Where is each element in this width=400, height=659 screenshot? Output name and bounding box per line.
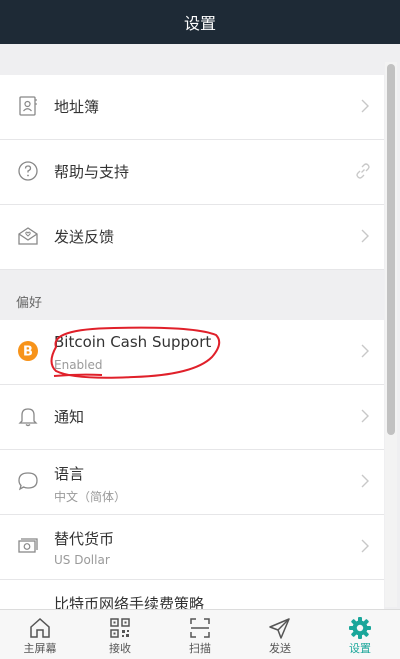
qr-code-icon [110, 618, 130, 638]
tab-label: 发送 [269, 642, 291, 655]
settings-item-label: 替代货币 [54, 530, 115, 548]
settings-item-label: 地址簿 [54, 98, 100, 116]
home-icon [30, 617, 50, 638]
chevron-right-icon [361, 409, 369, 423]
bell-icon [18, 408, 38, 427]
gear-icon [349, 617, 371, 639]
tab-settings[interactable]: 设置 [320, 610, 400, 659]
scan-icon [190, 618, 210, 638]
send-icon [269, 618, 290, 639]
tab-label: 设置 [349, 642, 371, 655]
tab-home[interactable]: 主屏幕 [0, 610, 80, 659]
settings-item-send-feedback[interactable]: 发送反馈 [0, 205, 384, 270]
settings-item-value: 中文（简体） [54, 490, 127, 504]
settings-item-bitcoin-cash-support[interactable]: B Bitcoin Cash Support Enabled [0, 320, 384, 385]
settings-item-label: Bitcoin Cash Support [54, 333, 212, 351]
tab-label: 接收 [109, 642, 131, 655]
section-title: 偏好 [16, 296, 43, 311]
tab-label: 主屏幕 [23, 642, 57, 655]
external-link-icon [356, 163, 370, 179]
settings-item-value: Enabled [54, 358, 103, 372]
chevron-right-icon [361, 474, 369, 488]
currency-icon [18, 538, 38, 553]
app-header: 设置 [0, 0, 400, 44]
settings-item-label: 发送反馈 [54, 228, 115, 246]
page-title: 设置 [183, 14, 216, 33]
scrollbar[interactable] [385, 62, 397, 607]
speech-bubble-icon [18, 472, 38, 491]
settings-item-notifications[interactable]: 通知 [0, 385, 384, 450]
settings-item-label: 比特币网络手续费策略 [54, 595, 205, 609]
settings-item-address-book[interactable]: 地址簿 [0, 75, 384, 140]
settings-item-label: 帮助与支持 [54, 163, 130, 181]
tab-send[interactable]: 发送 [240, 610, 320, 659]
address-book-icon [19, 96, 37, 116]
svg-text:B: B [23, 345, 33, 360]
chevron-right-icon [361, 229, 369, 243]
settings-item-help-support[interactable]: 帮助与支持 [0, 140, 384, 205]
bitcoin-icon: B [18, 341, 38, 361]
top-spacer [0, 44, 400, 75]
settings-item-language[interactable]: 语言 中文（简体） [0, 450, 384, 515]
settings-item-fee-policy[interactable]: 比特币网络手续费策略 [0, 580, 384, 609]
tab-scan[interactable]: 扫描 [160, 610, 240, 659]
settings-item-label: 通知 [54, 408, 85, 426]
settings-list: 地址簿 帮助与支持 发送反馈 偏好 B Bitcoin Cash Support… [0, 44, 400, 609]
chevron-right-icon [361, 539, 369, 553]
settings-item-alternative-currency[interactable]: 替代货币 US Dollar [0, 515, 384, 580]
bottom-tab-bar: 主屏幕 接收 扫描 发送 设置 [0, 609, 400, 659]
tab-label: 扫描 [189, 642, 211, 655]
preferences-section-header: 偏好 [0, 270, 384, 320]
settings-item-value: US Dollar [54, 553, 110, 567]
tab-receive[interactable]: 接收 [80, 610, 160, 659]
chevron-right-icon [361, 99, 369, 113]
scroll-thumb[interactable] [387, 64, 395, 435]
mail-heart-icon [18, 227, 38, 245]
settings-item-label: 语言 [54, 465, 85, 483]
help-icon [18, 161, 38, 181]
chevron-right-icon [361, 344, 369, 358]
